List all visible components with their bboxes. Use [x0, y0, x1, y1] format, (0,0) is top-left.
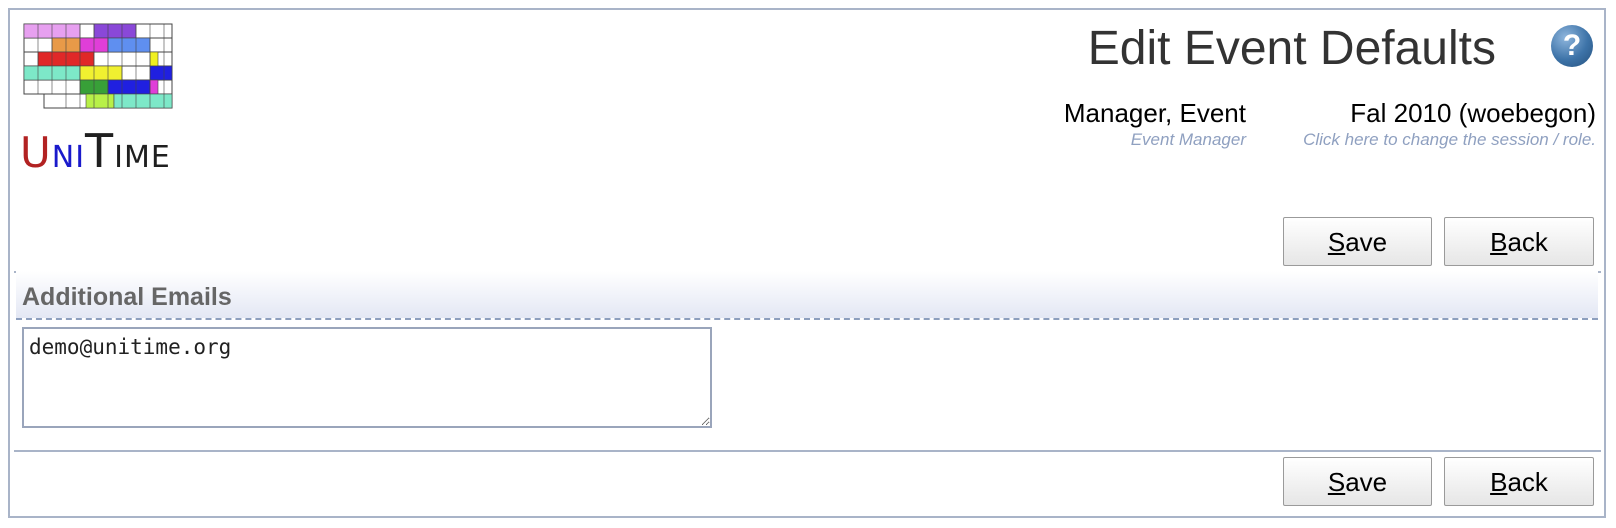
divider-bottom — [14, 450, 1601, 452]
section-title: Additional Emails — [22, 283, 232, 311]
back-button-top[interactable]: Back — [1444, 217, 1594, 266]
user-name: Manager, Event — [1063, 98, 1246, 128]
save-button-top[interactable]: Save — [1283, 217, 1432, 266]
user-role: Event Manager — [1130, 130, 1246, 149]
save-button-bottom[interactable]: Save — [1283, 457, 1432, 506]
question-icon[interactable]: ? — [1551, 25, 1593, 67]
session-name[interactable]: Fal 2010 (woebegon) — [1303, 96, 1596, 130]
back-button-bottom[interactable]: Back — [1444, 457, 1594, 506]
session-hint[interactable]: Click here to change the session / role. — [1303, 130, 1596, 150]
section-header: Additional Emails — [16, 271, 1598, 320]
additional-emails-field[interactable]: demo@unitime.org — [22, 327, 712, 428]
logo-wordmark: UNITIME — [20, 124, 171, 178]
page-title: Edit Event Defaults — [1087, 22, 1496, 75]
session-selector[interactable]: Fal 2010 (woebegon) Click here to change… — [1303, 96, 1596, 150]
user-info: Manager, Event Event Manager — [1064, 96, 1246, 150]
